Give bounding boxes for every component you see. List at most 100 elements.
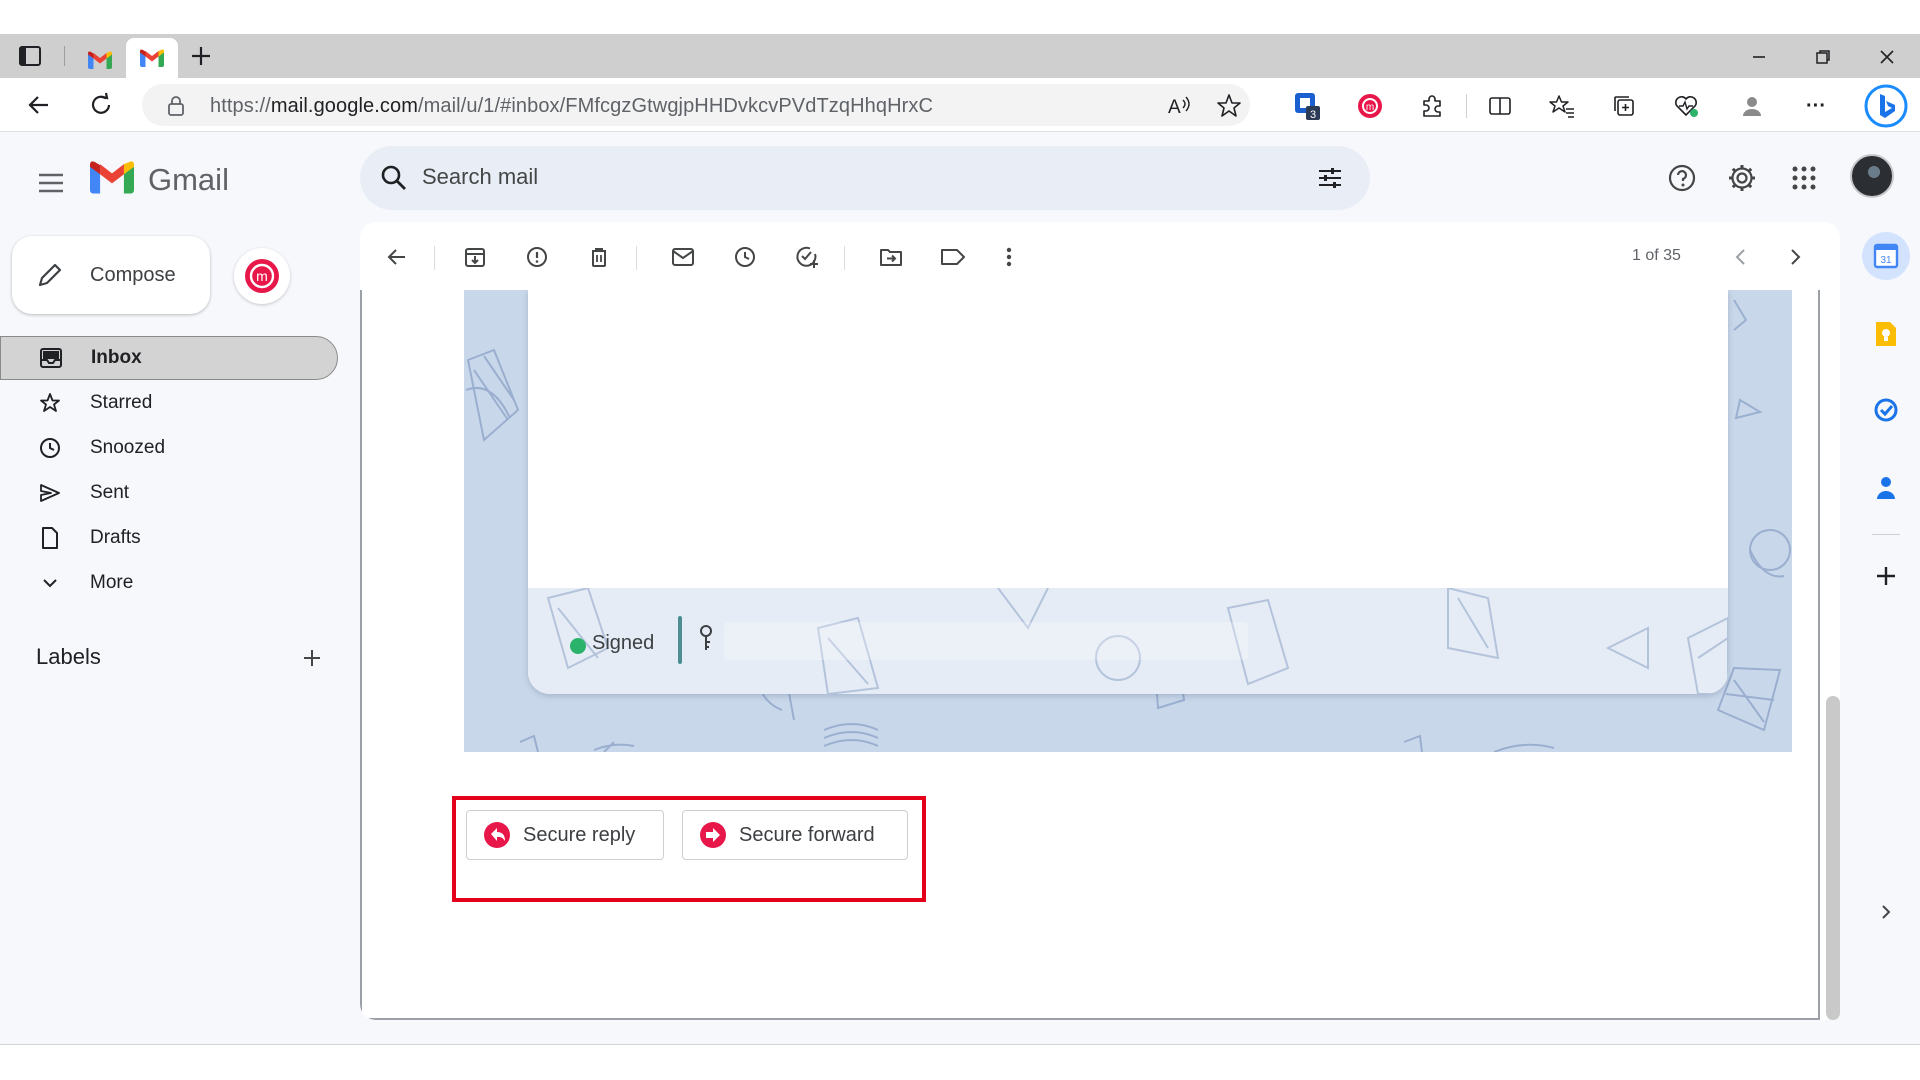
search-bar bbox=[360, 146, 1370, 210]
read-aloud-icon[interactable]: A bbox=[1166, 93, 1192, 119]
labels-heading: Labels bbox=[36, 644, 101, 669]
new-tab-icon[interactable] bbox=[188, 44, 214, 68]
svg-text:m: m bbox=[1366, 102, 1374, 113]
url-text[interactable]: https://mail.google.com/mail/u/1/#inbox/… bbox=[210, 95, 933, 118]
secure-forward-label: Secure forward bbox=[739, 823, 875, 846]
refresh-icon[interactable] bbox=[86, 90, 116, 120]
chevron-down-icon bbox=[38, 577, 62, 589]
secure-reply-label: Secure reply bbox=[523, 823, 636, 846]
help-icon[interactable] bbox=[1662, 158, 1702, 198]
pencil-icon bbox=[36, 261, 64, 289]
report-spam-icon[interactable] bbox=[522, 242, 552, 272]
sidebar-item-label: More bbox=[90, 572, 134, 593]
svg-text:A: A bbox=[1168, 97, 1181, 118]
sidebar-item-drafts[interactable]: Drafts bbox=[0, 516, 338, 560]
browser-tab-gmail-1[interactable] bbox=[78, 42, 122, 78]
forward-arrow-icon bbox=[699, 821, 727, 849]
snooze-icon[interactable] bbox=[730, 242, 760, 272]
favorite-star-icon[interactable] bbox=[1216, 93, 1242, 119]
tab-actions-icon[interactable] bbox=[18, 45, 42, 67]
move-to-icon[interactable] bbox=[876, 242, 906, 272]
sidebar-item-starred[interactable]: Starred bbox=[0, 381, 338, 425]
sidebar-item-snoozed[interactable]: Snoozed bbox=[0, 426, 338, 470]
delete-icon[interactable] bbox=[584, 242, 614, 272]
gmail-app: Gmail Compose m Inbox Starr bbox=[0, 132, 1920, 1044]
gmail-wordmark[interactable]: Gmail bbox=[148, 162, 229, 198]
mark-unread-icon[interactable] bbox=[668, 242, 698, 272]
message-toolbar: 1 of 35 bbox=[360, 222, 1840, 290]
gmail-logo-icon[interactable] bbox=[90, 160, 134, 196]
older-chevron-right-icon[interactable] bbox=[1780, 242, 1810, 272]
sidebar-item-sent[interactable]: Sent bbox=[0, 471, 338, 515]
back-to-inbox-icon[interactable] bbox=[382, 242, 412, 272]
bing-copilot-icon[interactable] bbox=[1864, 84, 1908, 128]
sidebar-item-inbox[interactable]: Inbox bbox=[0, 336, 338, 380]
search-icon[interactable] bbox=[380, 164, 408, 192]
collections-icon[interactable] bbox=[1608, 90, 1640, 122]
message-scrollbar-thumb[interactable] bbox=[1826, 696, 1840, 1020]
toolbar-divider bbox=[844, 246, 845, 270]
apps-grid-icon[interactable] bbox=[1784, 158, 1824, 198]
close-window-icon[interactable] bbox=[1874, 44, 1900, 70]
extensions-puzzle-icon[interactable] bbox=[1416, 90, 1448, 122]
archive-icon[interactable] bbox=[460, 242, 490, 272]
mailvelope-extension-icon[interactable]: m bbox=[1354, 90, 1386, 122]
svg-text:m: m bbox=[256, 268, 268, 284]
more-dots-label: ··· bbox=[1806, 94, 1826, 117]
screen-bottom-margin bbox=[0, 1044, 1920, 1080]
toolbar-divider bbox=[1466, 94, 1467, 118]
screen-top-margin bbox=[0, 0, 1920, 34]
back-icon[interactable] bbox=[24, 90, 54, 120]
sidebar-item-label: Inbox bbox=[91, 347, 142, 368]
svg-text:3: 3 bbox=[1310, 109, 1316, 121]
search-options-icon[interactable] bbox=[1316, 164, 1344, 192]
contacts-icon[interactable] bbox=[1866, 468, 1906, 508]
decrypted-message-card: Signed bbox=[528, 290, 1728, 694]
inbox-icon bbox=[39, 348, 63, 368]
split-screen-icon[interactable] bbox=[1484, 90, 1516, 122]
show-side-panel-chevron-icon[interactable] bbox=[1866, 892, 1906, 932]
pagination-count: 1 of 35 bbox=[1632, 247, 1681, 264]
settings-more-icon[interactable]: ··· bbox=[1800, 90, 1832, 122]
add-to-tasks-icon[interactable] bbox=[792, 242, 822, 272]
secure-forward-button[interactable]: Secure forward bbox=[682, 810, 908, 860]
minimize-icon[interactable] bbox=[1746, 44, 1772, 70]
get-addons-plus-icon[interactable] bbox=[1866, 556, 1906, 596]
url-path: /mail/u/1/#inbox/FMfcgzGtwgjpHHDvkcvPVdT… bbox=[417, 95, 934, 117]
sidebar-item-label: Starred bbox=[90, 392, 153, 413]
signed-status-label: Signed bbox=[592, 632, 655, 654]
account-avatar[interactable] bbox=[1850, 154, 1894, 198]
add-label-icon[interactable] bbox=[300, 646, 324, 670]
newer-chevron-left-icon[interactable] bbox=[1726, 242, 1756, 272]
sidebar-item-more[interactable]: More bbox=[0, 561, 338, 605]
mailvelope-compose-button[interactable]: m bbox=[234, 248, 290, 304]
calendar-icon[interactable]: 31 bbox=[1862, 232, 1910, 280]
url-host: mail.google.com bbox=[270, 95, 418, 117]
compose-label: Compose bbox=[90, 263, 176, 286]
lock-icon[interactable] bbox=[166, 95, 186, 117]
browser-essentials-icon[interactable] bbox=[1670, 90, 1702, 122]
profile-icon[interactable] bbox=[1736, 90, 1768, 122]
label-icon[interactable] bbox=[938, 242, 968, 272]
browser-tab-gmail-active[interactable] bbox=[126, 38, 178, 78]
gmail-favicon-icon bbox=[140, 49, 164, 67]
gmail-favicon-icon bbox=[88, 51, 112, 69]
more-options-icon[interactable] bbox=[994, 242, 1024, 272]
mailvelope-secure-frame: Signed bbox=[464, 290, 1792, 752]
main-menu-icon[interactable] bbox=[34, 166, 68, 200]
draft-icon bbox=[38, 527, 62, 549]
sidebar-item-label: Snoozed bbox=[90, 437, 166, 458]
tasks-icon[interactable] bbox=[1866, 390, 1906, 430]
search-input[interactable] bbox=[422, 164, 1222, 190]
key-icon[interactable] bbox=[698, 624, 714, 654]
keep-icon[interactable] bbox=[1866, 314, 1906, 354]
extension-badge-icon[interactable]: 3 bbox=[1292, 90, 1324, 122]
settings-gear-icon[interactable] bbox=[1722, 158, 1762, 198]
sidebar-item-label: Sent bbox=[90, 482, 130, 503]
restore-icon[interactable] bbox=[1810, 44, 1836, 70]
toolbar-divider bbox=[434, 246, 435, 270]
favorites-icon[interactable] bbox=[1546, 90, 1578, 122]
compose-button[interactable]: Compose bbox=[12, 236, 210, 314]
address-bar[interactable]: https://mail.google.com/mail/u/1/#inbox/… bbox=[142, 84, 1250, 126]
secure-reply-button[interactable]: Secure reply bbox=[466, 810, 664, 860]
